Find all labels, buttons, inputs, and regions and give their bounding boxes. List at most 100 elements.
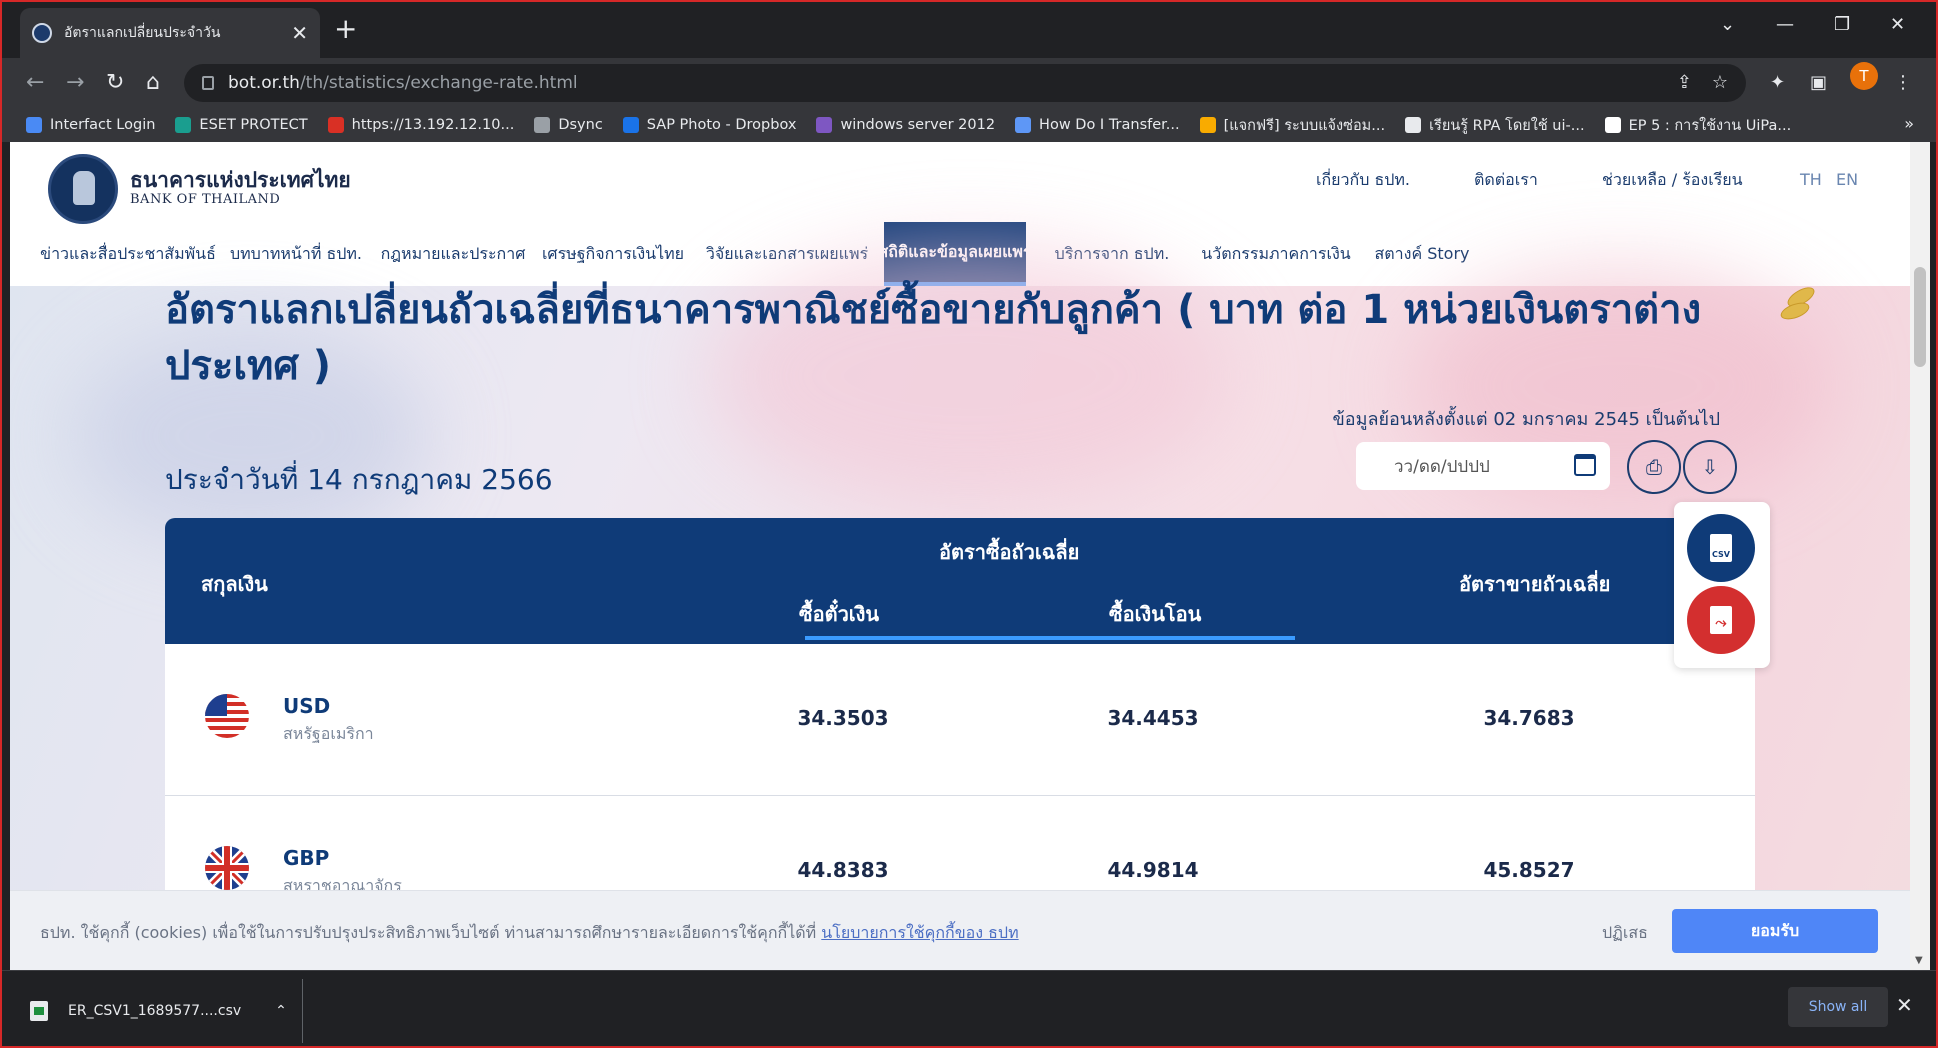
close-window-icon[interactable]: ✕ (1890, 14, 1905, 35)
contact-link[interactable]: ติดต่อเรา (1474, 168, 1538, 193)
csv-download-button[interactable]: CSV (1687, 514, 1755, 582)
bookmark-item[interactable]: Dsync (534, 117, 603, 133)
extensions-icon[interactable]: ✦ (1770, 72, 1785, 93)
bookmark-label: https://13.192.12.10... (351, 117, 515, 133)
print-button[interactable]: ⎙ (1627, 440, 1681, 494)
bookmark-favicon-icon (622, 117, 639, 133)
bookmark-item[interactable]: [แจกฟรี] ระบบแจ้งซ่อม... (1199, 114, 1385, 137)
new-tab-icon[interactable]: + (334, 14, 357, 44)
download-shelf: ER_CSV1_1689577....csv ⌃ Show all ✕ (0, 970, 1938, 1048)
page-scrollbar[interactable]: ▼ (1910, 142, 1930, 970)
table-header: สกุลเงิน อัตราซื้อถัวเฉลี่ย ซื้อตั๋วเงิน… (165, 518, 1755, 644)
cookie-banner: ธปท. ใช้คุกกี้ (cookies) เพื่อใช้ในการปร… (10, 890, 1910, 970)
scrollbar-thumb[interactable] (1914, 267, 1926, 367)
bookmark-favicon-icon (1405, 117, 1422, 133)
cookie-policy-link[interactable]: นโยบายการใช้คุกกี้ของ ธปท (821, 923, 1018, 942)
download-button[interactable]: ⇩ (1683, 440, 1737, 494)
csv-file-icon: CSV (1710, 534, 1732, 562)
address-bar[interactable]: bot.or.th /th/statistics/exchange-rate.h… (184, 64, 1746, 102)
bot-logo[interactable] (48, 154, 118, 224)
bookmark-label: windows server 2012 (840, 117, 996, 133)
cookie-accept-button[interactable]: ยอมรับ (1672, 909, 1878, 953)
bookmark-item[interactable]: EP 5 : การใช้งาน UiPa... (1604, 114, 1792, 137)
web-page: ธนาคารแห่งประเทศไทย BANK OF THAILAND เกี… (10, 142, 1910, 970)
date-placeholder: วว/ดด/ปปปป (1394, 456, 1490, 477)
profile-avatar[interactable]: T (1850, 62, 1878, 90)
tab-search-icon[interactable]: ⌄ (1720, 14, 1735, 35)
minimize-icon[interactable]: — (1776, 14, 1794, 35)
bookmark-item[interactable]: ESET PROTECT (175, 117, 308, 133)
lang-th[interactable]: TH (1800, 170, 1822, 189)
header-underline (805, 636, 1295, 640)
col-buy-cash: ซื้อตั๋วเงิน (799, 602, 880, 626)
downloaded-file-item[interactable]: ER_CSV1_1689577....csv ⌃ (30, 991, 287, 1031)
sell-rate: 34.7683 (1483, 706, 1575, 730)
bookmark-favicon-icon (26, 117, 42, 133)
col-currency: สกุลเงิน (201, 572, 268, 596)
page-title: อัตราแลกเปลี่ยนถัวเฉลี่ยที่ธนาคารพาณิชย์… (165, 287, 1702, 389)
menu-item[interactable]: สตางค์ Story (1368, 222, 1476, 286)
menu-item[interactable]: เศรษฐกิจการเงินไทย (530, 222, 696, 286)
help-link[interactable]: ช่วยเหลือ / ร้องเรียน (1602, 168, 1743, 193)
bookmark-item[interactable]: https://13.192.12.10... (327, 117, 515, 133)
bookmark-item[interactable]: Interfact Login (26, 117, 155, 133)
calendar-icon[interactable] (1574, 454, 1596, 476)
col-sell: อัตราขายถัวเฉลี่ย (1459, 572, 1611, 596)
printer-icon: ⎙ (1646, 455, 1662, 479)
bookmark-favicon-icon (1604, 117, 1621, 133)
menu-kebab-icon[interactable]: ⋮ (1894, 72, 1912, 93)
show-all-downloads-button[interactable]: Show all (1788, 987, 1888, 1027)
home-icon[interactable]: ⌂ (146, 70, 160, 95)
browser-tab[interactable]: อัตราแลกเปลี่ยนประจำวัน ✕ (20, 8, 320, 58)
restore-icon[interactable]: ❐ (1834, 14, 1850, 35)
currency-name: สหรัฐอเมริกา (283, 724, 374, 743)
share-icon[interactable]: ⇪ (1677, 72, 1692, 93)
gbp-flag-icon (205, 846, 249, 890)
url-host: bot.or.th (228, 73, 300, 93)
about-link[interactable]: เกี่ยวกับ ธปท. (1316, 168, 1410, 193)
browser-toolbar: ← → ↻ ⌂ bot.or.th /th/statistics/exchang… (0, 58, 1938, 108)
pdf-download-button[interactable]: ⤳ (1687, 586, 1755, 654)
cookie-text: ธปท. ใช้คุกกี้ (cookies) เพื่อใช้ในการปร… (40, 921, 1019, 946)
menu-item[interactable]: บทบาทหน้าที่ ธปท. (216, 222, 376, 286)
bookmark-favicon-icon (175, 117, 192, 133)
bookmark-favicon-icon (327, 117, 344, 133)
bot-favicon-icon (32, 23, 52, 43)
buy-cash-rate: 34.3503 (797, 706, 889, 730)
buy-transfer-rate: 34.4453 (1107, 706, 1199, 730)
lang-en[interactable]: EN (1836, 170, 1858, 189)
bookmark-item[interactable]: SAP Photo - Dropbox (622, 117, 796, 133)
menu-item[interactable]: ข่าวและสื่อประชาสัมพันธ์ (30, 222, 226, 286)
csv-file-icon (30, 1001, 48, 1021)
reload-icon[interactable]: ↻ (106, 70, 124, 95)
close-shelf-icon[interactable]: ✕ (1896, 993, 1913, 1017)
buy-transfer-rate: 44.9814 (1107, 858, 1199, 882)
menu-item[interactable]: กฎหมายและประกาศ (372, 222, 534, 286)
date-picker-input[interactable]: วว/ดด/ปปปป (1356, 442, 1610, 490)
bookmark-favicon-icon (1199, 117, 1216, 133)
lock-icon (202, 76, 214, 90)
back-icon[interactable]: ← (26, 70, 44, 95)
side-panel-icon[interactable]: ▣ (1810, 72, 1827, 93)
sell-rate: 45.8527 (1483, 858, 1575, 882)
chevron-up-icon[interactable]: ⌃ (275, 1003, 287, 1019)
tab-title: อัตราแลกเปลี่ยนประจำวัน (64, 25, 221, 41)
menu-item[interactable]: นวัตกรรมภาคการเงิน (1194, 222, 1358, 286)
bookmark-star-icon[interactable]: ☆ (1712, 72, 1728, 93)
exchange-rate-table: สกุลเงิน อัตราซื้อถัวเฉลี่ย ซื้อตั๋วเงิน… (165, 518, 1755, 948)
data-since-note: ข้อมูลย้อนหลังตั้งแต่ 02 มกราคม 2545 เป็… (1332, 409, 1720, 430)
url-path: /th/statistics/exchange-rate.html (299, 73, 578, 93)
cookie-reject-button[interactable]: ปฏิเสธ (1602, 921, 1648, 946)
bookmark-label: EP 5 : การใช้งาน UiPa... (1628, 117, 1792, 134)
buy-cash-rate: 44.8383 (797, 858, 889, 882)
bookmark-item[interactable]: เรียนรู้ RPA โดยใช้ ui-... (1405, 114, 1585, 137)
bookmark-item[interactable]: How Do I Transfer... (1015, 117, 1180, 133)
bookmark-item[interactable]: windows server 2012 (816, 117, 995, 133)
currency-code: USD (283, 694, 331, 718)
bookmarks-overflow-icon[interactable]: » (1904, 114, 1914, 133)
scroll-down-icon[interactable]: ▼ (1915, 955, 1923, 966)
browser-tab-bar: อัตราแลกเปลี่ยนประจำวัน ✕ + ⌄ — ❐ ✕ (0, 0, 1938, 58)
forward-icon[interactable]: → (66, 70, 84, 95)
bookmark-favicon-icon (1015, 117, 1032, 133)
close-tab-icon[interactable]: ✕ (291, 21, 308, 45)
